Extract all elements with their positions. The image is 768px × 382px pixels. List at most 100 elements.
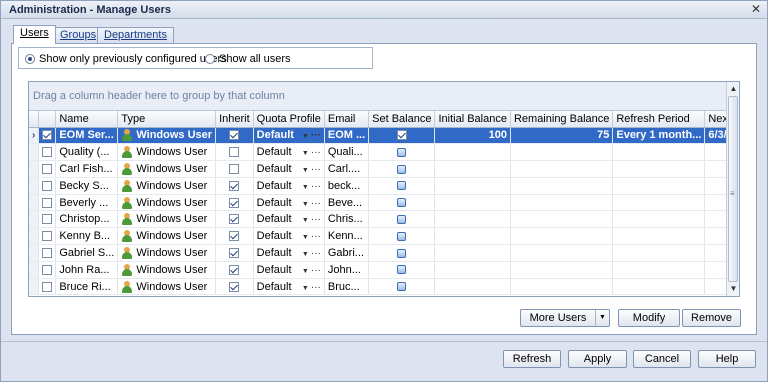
quota-profile-cell[interactable]: Default ▼ ··· xyxy=(253,127,325,145)
column-header-name[interactable]: Name xyxy=(55,111,119,128)
dropdown-arrow-icon[interactable]: ▼ xyxy=(302,285,309,292)
email-cell[interactable]: Bruc... xyxy=(324,278,370,296)
type-cell[interactable]: Windows User xyxy=(117,210,217,229)
set-balance-cell[interactable] xyxy=(368,160,436,178)
remaining-balance-cell[interactable] xyxy=(510,143,614,162)
apply-button[interactable]: Apply xyxy=(568,350,627,368)
name-cell[interactable]: Beverly ... xyxy=(55,194,119,212)
type-cell[interactable]: Windows User xyxy=(117,227,217,246)
row-select-checkbox[interactable] xyxy=(42,231,53,242)
set-balance-cell[interactable] xyxy=(368,244,436,262)
radio-previously-configured[interactable]: Show only previously configured users xyxy=(25,53,227,65)
column-header-quota-profile[interactable]: Quota Profile xyxy=(253,111,325,128)
set-balance-icon[interactable] xyxy=(397,181,407,191)
initial-balance-cell[interactable] xyxy=(434,194,511,212)
set-balance-cell[interactable] xyxy=(368,278,436,296)
inherit-checkbox[interactable] xyxy=(229,231,240,242)
inherit-checkbox[interactable] xyxy=(229,180,240,191)
email-cell[interactable]: EOM ... xyxy=(324,127,370,145)
quota-profile-cell[interactable]: Default ▼ ··· xyxy=(253,177,325,195)
refresh-period-cell[interactable] xyxy=(612,261,706,279)
name-cell[interactable]: Becky S... xyxy=(55,177,119,195)
dropdown-arrow-icon[interactable]: ▼ xyxy=(302,234,309,241)
table-row[interactable]: John Ra... Windows User Default ▼ ··· John... xyxy=(29,261,739,279)
set-balance-cell[interactable] xyxy=(368,143,436,162)
dropdown-arrow-icon[interactable]: ▼ xyxy=(302,201,309,208)
type-cell[interactable]: Windows User xyxy=(117,194,217,212)
inherit-checkbox[interactable] xyxy=(229,264,240,275)
inherit-cell[interactable] xyxy=(215,227,254,246)
quota-profile-cell[interactable]: Default ▼ ··· xyxy=(253,227,325,246)
refresh-button[interactable]: Refresh xyxy=(503,350,561,368)
email-cell[interactable]: beck... xyxy=(324,177,370,195)
row-select-cell[interactable] xyxy=(38,244,57,262)
row-select-checkbox[interactable] xyxy=(42,281,53,292)
inherit-checkbox[interactable] xyxy=(229,281,240,292)
inherit-cell[interactable] xyxy=(215,244,254,262)
type-cell[interactable]: Windows User xyxy=(117,278,217,296)
refresh-period-cell[interactable] xyxy=(612,143,706,162)
more-users-button[interactable]: More Users ▼ xyxy=(520,309,610,327)
scroll-down-icon[interactable]: ▼ xyxy=(728,283,739,295)
scroll-thumb[interactable]: ≡ xyxy=(728,96,738,282)
inherit-cell[interactable] xyxy=(215,177,254,195)
table-row[interactable]: Kenny B... Windows User Default ▼ ··· Kenn... xyxy=(29,227,739,246)
row-select-cell[interactable] xyxy=(38,210,57,229)
inherit-cell[interactable] xyxy=(215,160,254,178)
set-balance-icon[interactable] xyxy=(397,248,407,258)
email-cell[interactable]: Carl.... xyxy=(324,160,370,178)
scroll-up-icon[interactable]: ▲ xyxy=(728,83,739,95)
cancel-button[interactable]: Cancel xyxy=(633,350,691,368)
inherit-checkbox[interactable] xyxy=(229,214,240,225)
row-select-checkbox[interactable] xyxy=(42,164,53,175)
ellipsis-icon[interactable]: ··· xyxy=(311,265,321,276)
refresh-period-cell[interactable] xyxy=(612,244,706,262)
more-users-dropdown-icon[interactable]: ▼ xyxy=(595,310,609,326)
initial-balance-cell[interactable]: 100 xyxy=(434,127,511,145)
email-cell[interactable]: Quali... xyxy=(324,143,370,162)
email-cell[interactable]: Gabri... xyxy=(324,244,370,262)
inherit-checkbox[interactable] xyxy=(229,197,240,208)
row-select-checkbox[interactable] xyxy=(42,214,53,225)
dropdown-arrow-icon[interactable]: ▼ xyxy=(302,167,309,174)
row-select-cell[interactable] xyxy=(38,127,57,145)
dropdown-arrow-icon[interactable]: ▼ xyxy=(302,268,309,275)
dropdown-arrow-icon[interactable]: ▼ xyxy=(302,150,309,157)
remove-button[interactable]: Remove xyxy=(682,309,741,327)
row-select-cell[interactable] xyxy=(38,194,57,212)
remaining-balance-cell[interactable] xyxy=(510,177,614,195)
row-select-checkbox[interactable] xyxy=(42,264,53,275)
row-select-cell[interactable] xyxy=(38,177,57,195)
radio-show-all[interactable]: Show all users xyxy=(205,53,291,65)
row-select-cell[interactable] xyxy=(38,160,57,178)
close-icon[interactable]: ✕ xyxy=(751,2,761,16)
initial-balance-cell[interactable] xyxy=(434,278,511,296)
inherit-cell[interactable] xyxy=(215,143,254,162)
set-balance-icon[interactable] xyxy=(397,231,407,241)
name-cell[interactable]: Bruce Ri... xyxy=(55,278,119,296)
set-balance-checkbox[interactable] xyxy=(396,130,407,141)
set-balance-cell[interactable] xyxy=(368,261,436,279)
table-row[interactable]: Christop... Windows User Default ▼ ··· Chris.… xyxy=(29,210,739,229)
set-balance-cell[interactable] xyxy=(368,194,436,212)
vertical-scrollbar[interactable]: ▲ ≡ ▼ xyxy=(726,82,739,296)
inherit-checkbox[interactable] xyxy=(229,164,240,175)
row-select-checkbox[interactable] xyxy=(42,197,53,208)
initial-balance-cell[interactable] xyxy=(434,177,511,195)
name-cell[interactable]: Quality (... xyxy=(55,143,119,162)
table-row[interactable]: Bruce Ri... Windows User Default ▼ ··· Bruc..… xyxy=(29,278,739,296)
inherit-cell[interactable] xyxy=(215,261,254,279)
tab-users[interactable]: Users xyxy=(13,25,56,44)
inherit-checkbox[interactable] xyxy=(229,248,240,259)
dropdown-arrow-icon[interactable]: ▼ xyxy=(302,133,309,140)
set-balance-icon[interactable] xyxy=(397,198,407,208)
refresh-period-cell[interactable] xyxy=(612,177,706,195)
quota-profile-cell[interactable]: Default ▼ ··· xyxy=(253,261,325,279)
quota-profile-cell[interactable]: Default ▼ ··· xyxy=(253,210,325,229)
ellipsis-icon[interactable]: ··· xyxy=(311,198,321,209)
row-select-cell[interactable] xyxy=(38,143,57,162)
dropdown-arrow-icon[interactable]: ▼ xyxy=(302,184,309,191)
type-cell[interactable]: Windows User xyxy=(117,160,217,178)
row-select-checkbox[interactable] xyxy=(42,248,53,259)
inherit-cell[interactable] xyxy=(215,127,254,145)
